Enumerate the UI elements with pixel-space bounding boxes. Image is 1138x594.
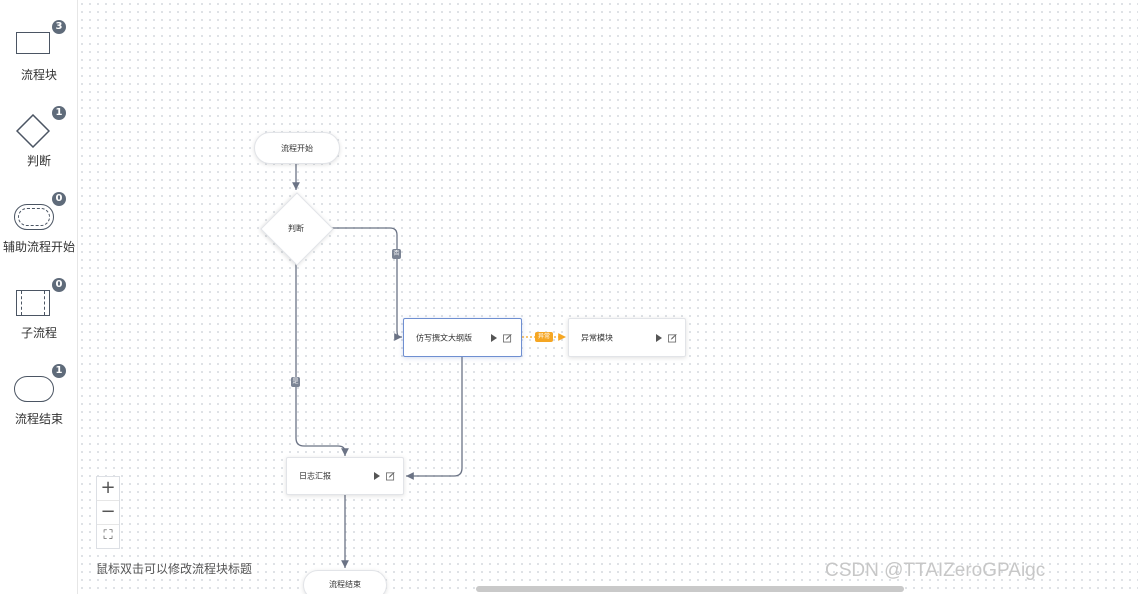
log-report-block[interactable]: 日志汇报 (286, 457, 404, 495)
palette-item-aux-flow-start[interactable]: 0 辅助流程开始 (0, 190, 78, 270)
edge-tag-no[interactable]: 否 (392, 249, 401, 259)
zoom-controls: + − ⛶ (96, 476, 120, 549)
count-badge: 1 (52, 106, 66, 120)
subprocess-icon (16, 290, 50, 316)
dashed-rounded-icon (14, 204, 54, 230)
palette-label: 流程结束 (14, 412, 63, 426)
block-title: 异常模块 (581, 333, 613, 342)
palette-item-decision[interactable]: 1 判断 (0, 104, 78, 184)
fit-view-button[interactable]: ⛶ (97, 525, 119, 548)
palette-label: 流程块 (20, 68, 57, 82)
process-block-outline[interactable]: 仿写撰文大纲版 (403, 318, 522, 357)
run-icon[interactable] (374, 472, 380, 480)
hint-text: 鼠标双击可以修改流程块标题 (96, 562, 253, 576)
edges-layer (292, 163, 566, 568)
horizontal-scrollbar[interactable] (476, 586, 904, 592)
decision-label: 判断 (288, 224, 304, 233)
edit-icon[interactable] (503, 333, 512, 342)
run-icon[interactable] (491, 333, 497, 342)
count-badge: 1 (52, 364, 66, 378)
rectangle-icon (16, 32, 50, 54)
count-badge: 0 (52, 278, 66, 292)
zoom-in-button[interactable]: + (97, 477, 119, 501)
edge-tag-exception[interactable]: 异常 (535, 332, 554, 342)
palette-label: 判断 (26, 154, 51, 168)
node-palette: 3 流程块 1 判断 0 辅助流程开始 0 子流程 1 流程结束 (0, 0, 78, 594)
palette-item-flow-end[interactable]: 1 流程结束 (0, 362, 78, 442)
count-badge: 3 (52, 20, 66, 34)
edit-icon[interactable] (386, 471, 395, 481)
count-badge: 0 (52, 192, 66, 206)
diamond-icon (15, 113, 51, 149)
watermark: CSDN @TTAIZeroGPAigc (825, 560, 1046, 581)
edge-tag-yes[interactable]: 是 (291, 377, 300, 387)
exception-block[interactable]: 异常模块 (568, 318, 686, 357)
run-icon[interactable] (656, 333, 662, 342)
zoom-out-button[interactable]: − (97, 501, 119, 525)
block-title: 仿写撰文大纲版 (416, 333, 472, 342)
palette-item-subprocess[interactable]: 0 子流程 (0, 276, 78, 356)
edge-block1-block2 (406, 357, 463, 480)
edit-icon[interactable] (668, 333, 677, 342)
terminator-icon (14, 376, 54, 402)
palette-item-process-block[interactable]: 3 流程块 (0, 18, 78, 98)
palette-label: 子流程 (20, 326, 57, 340)
palette-label: 辅助流程开始 (2, 240, 75, 254)
edge-decision-block1 (331, 227, 402, 341)
flow-start-node[interactable]: 流程开始 (254, 132, 340, 164)
block-title: 日志汇报 (299, 471, 331, 481)
edge-decision-block2 (295, 264, 349, 456)
flow-end-node[interactable]: 流程结束 (303, 570, 387, 594)
flow-canvas[interactable]: 流程开始 判断 否 是 异常 仿写撰文大纲版 异常模块 日志汇报 流程结束 + … (78, 0, 1138, 594)
